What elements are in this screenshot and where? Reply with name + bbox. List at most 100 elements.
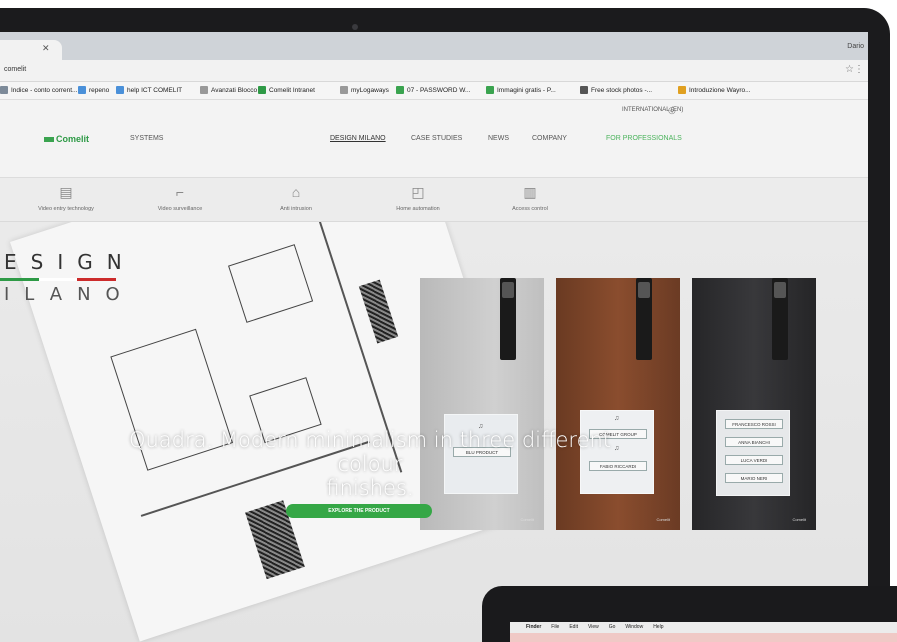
flag-white [38,278,78,281]
bookmark-label: Introduzione Wayro... [689,86,751,94]
bookmark-favicon-icon [200,86,208,94]
bookmark-favicon-icon [116,86,124,94]
call-button: FRANCESCO ROSSI [725,419,783,429]
sketch-outline [228,244,314,323]
nav-systems[interactable]: SYSTEMS [130,135,163,142]
bookmark-item[interactable]: Introduzione Wayro... [678,86,751,94]
menu-window[interactable]: Window [625,622,643,633]
home-automation-icon: ◰ [411,184,425,200]
brand-mark: Comelit [520,517,534,522]
bookmark-label: repeno [89,86,110,94]
bookmark-label: Immagini gratis - P... [497,86,556,94]
bookmarks-bar: Indice - conto corrent... repeno help ICT … [0,82,868,100]
category-access-control[interactable]: ▥ Access control [480,184,580,212]
bookmark-label: Free stock photos -... [591,86,653,94]
bookmark-item[interactable]: Avanzati Blocco [200,86,257,94]
laptop-screen: ✕ Dario comelit ☆ ⋮ Indice - conto corre… [0,32,868,642]
profile-name[interactable]: Dario [847,43,864,50]
category-label: Home automation [396,206,440,212]
nav-design-milano[interactable]: DESIGN MILANO [330,135,386,142]
bookmark-label: Indice - conto corrent... [11,86,78,94]
headline-line-2: finishes. [326,476,414,500]
bookmark-favicon-icon [486,86,494,94]
bookmark-favicon-icon [396,86,404,94]
bookmark-item[interactable]: Comelit Intranet [258,86,315,94]
brand-mark: Comelit [656,517,670,522]
menu-help[interactable]: Help [653,622,663,633]
flag-green [0,278,39,281]
name-plate: FRANCESCO ROSSI ANNA BIANCHI LUCA VERDI … [716,410,790,496]
camera-module-icon [772,278,788,360]
bookmark-favicon-icon [678,86,686,94]
nav-company[interactable]: COMPANY [532,135,567,142]
category-label: Video surveillance [157,206,203,212]
bookmark-favicon-icon [580,86,588,94]
italian-flag-bar [0,278,117,281]
explore-product-button[interactable]: EXPLORE THE PRODUCT [286,504,432,518]
category-anti-intrusion[interactable]: ⌂ Anti intrusion [246,184,346,212]
site-header: INTERNATIONAL (EN) ◎ Comelit SYSTEMS DES… [0,100,868,178]
bookmark-favicon-icon [0,86,8,94]
nav-news[interactable]: NEWS [488,135,509,142]
bookmark-item[interactable]: Free stock photos -... [580,86,652,94]
bookmark-label: 07 - PASSWORD W... [407,86,471,94]
nav-for-professionals[interactable]: FOR PROFESSIONALS [606,135,682,142]
comelit-logo[interactable]: Comelit [44,134,89,144]
bookmark-item[interactable]: myLogaways [340,86,389,94]
mac-menu-bar: Finder File Edit View Go Window Help [510,622,897,633]
category-label: Video entry technology [38,206,94,212]
bookmark-favicon-icon [258,86,266,94]
browser-menu-icon[interactable]: ⋮ [854,64,864,75]
logo-text: Comelit [56,134,90,144]
bookmark-item[interactable]: repeno [78,86,109,94]
browser-tab-bar: ✕ Dario [0,32,868,60]
call-button: MARIO NERI [725,473,783,483]
camera-icon: ⌐ [175,184,185,200]
flag-red [77,278,117,281]
category-label: Access control [512,206,548,212]
camera-module-icon [636,278,652,360]
intercom-icon: ▤ [59,184,73,200]
bookmark-star-icon[interactable]: ☆ [845,64,854,75]
bookmark-label: Comelit Intranet [269,86,315,94]
access-control-icon: ▥ [523,184,537,200]
quadra-panel-black: FRANCESCO ROSSI ANNA BIANCHI LUCA VERDI … [692,278,816,530]
menu-file[interactable]: File [551,622,559,633]
globe-icon[interactable]: ◎ [668,105,676,116]
bookmark-item[interactable]: help ICT COMELIT [116,86,182,94]
browser-tab[interactable]: ✕ [0,40,62,60]
category-video-entry[interactable]: ▤ Video entry technology [16,184,116,212]
category-home-automation[interactable]: ◰ Home automation [368,184,468,212]
menu-view[interactable]: View [588,622,599,633]
bookmark-item[interactable]: Immagini gratis - P... [486,86,556,94]
category-video-surveillance[interactable]: ⌐ Video surveillance [130,184,230,212]
category-label: Anti intrusion [280,206,312,212]
nav-case-studies[interactable]: CASE STUDIES [411,135,462,142]
address-bar[interactable]: comelit ☆ ⋮ [0,60,868,82]
headline-line-1: Quadra. Modern minimalism in three diffe… [128,428,612,476]
alarm-icon: ⌂ [291,184,301,200]
camera-module-icon [500,278,516,360]
menu-go[interactable]: Go [609,622,616,633]
milano-title: ILANO [4,284,135,305]
logo-mark-icon [44,137,54,143]
call-button: LUCA VERDI [725,455,783,465]
menu-edit[interactable]: Edit [569,622,578,633]
bookmark-label: help ICT COMELIT [127,86,183,94]
url-text[interactable]: comelit [4,66,26,73]
bookmark-label: myLogaways [351,86,389,94]
hero-banner: ESIGN ILANO ♫ BLU PRODUCT Comelit ♫ COME… [0,222,868,642]
bookmark-item[interactable]: 07 - PASSWORD W... [396,86,470,94]
bell-icon: ♫ [614,415,620,422]
system-categories: ▤ Video entry technology ⌐ Video surveil… [0,178,868,222]
menu-finder[interactable]: Finder [526,622,541,633]
bookmark-favicon-icon [78,86,86,94]
tab-close-icon[interactable]: ✕ [42,43,50,54]
second-laptop: Finder File Edit View Go Window Help [482,586,897,642]
bookmark-item[interactable]: Indice - conto corrent... [0,86,77,94]
design-title: ESIGN [4,250,136,274]
bookmark-favicon-icon [340,86,348,94]
webcam-icon [352,24,358,30]
second-laptop-screen: Finder File Edit View Go Window Help [510,622,897,642]
hero-headline: Quadra. Modern minimalism in three diffe… [120,428,620,500]
